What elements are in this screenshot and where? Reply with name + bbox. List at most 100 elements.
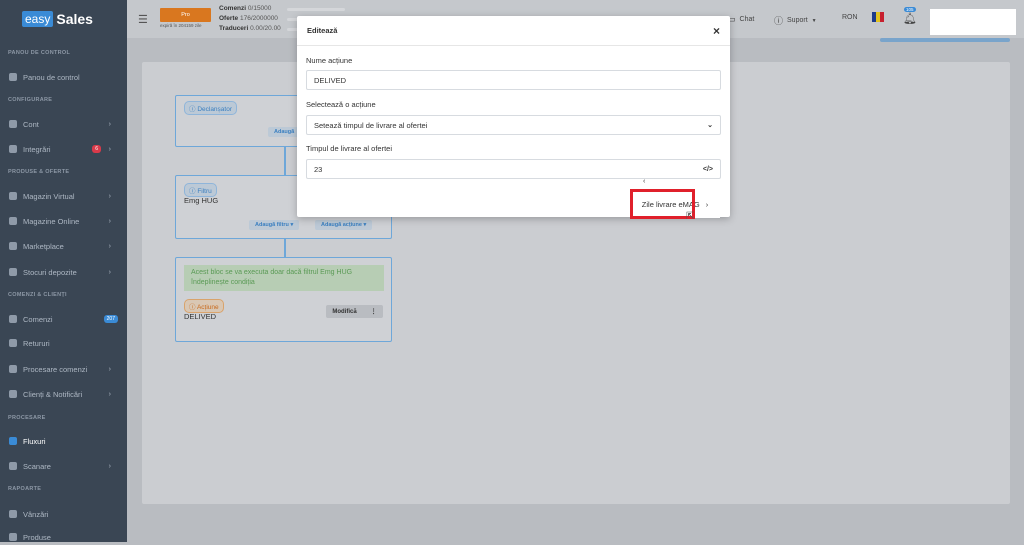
sidebar-item[interactable]: Magazine Online ›	[0, 213, 127, 229]
sidebar-section-title: PROCESARE	[8, 415, 46, 421]
caret-up-icon: ‹	[643, 178, 646, 185]
users-icon	[9, 390, 17, 398]
plan-expiry: expiră în 204159 zile	[160, 23, 202, 28]
notification-bell[interactable]: 🔔︎ 105	[903, 7, 917, 25]
action-name-input[interactable]: DELIVED	[306, 70, 721, 90]
plug-icon	[9, 145, 17, 153]
connector-line	[284, 239, 286, 257]
info-icon: ⓘ	[774, 16, 784, 26]
barcode-icon	[9, 462, 17, 470]
modal-header: Editează ×	[297, 16, 730, 46]
action-select[interactable]: Setează timpul de livrare al ofertei ⌄	[306, 115, 721, 135]
box-icon	[9, 533, 17, 541]
modify-label: Modifică	[332, 308, 357, 315]
menu-icon[interactable]: ☰	[138, 13, 148, 26]
redacted-account-area	[930, 9, 1016, 35]
chevron-right-icon: ›	[108, 462, 111, 470]
select-action-label: Selectează o acțiune	[306, 100, 376, 109]
sidebar-item-label: Retururi	[23, 338, 50, 348]
sidebar-item-label: Produse	[23, 532, 51, 542]
marketplace-icon	[9, 242, 17, 250]
language-flag-icon[interactable]	[872, 12, 884, 22]
sidebar-item[interactable]: Clienți & Notificări ›	[0, 386, 127, 402]
chat-link[interactable]: ▭ Chat	[727, 14, 754, 25]
sidebar-item[interactable]: Scanare ›	[0, 458, 127, 474]
action-chip: ⓘ Acțiune	[184, 299, 224, 313]
add-filter-button[interactable]: Adaugă filtru ▾	[249, 220, 300, 230]
count-badge: 6	[92, 145, 101, 153]
trigger-chip: ⓘ Declanșator	[184, 101, 237, 115]
sidebar-item-label: Panou de control	[23, 72, 80, 82]
code-toggle-icon[interactable]: </>	[703, 166, 713, 173]
sidebar-item[interactable]: Produse	[0, 529, 127, 545]
logo[interactable]: easy Sales	[0, 0, 127, 38]
sidebar-section-title: PANOU DE CONTROL	[8, 50, 71, 56]
kebab-icon[interactable]: ⋮	[371, 308, 377, 315]
return-icon	[9, 339, 17, 347]
primary-action-strip[interactable]	[880, 38, 1010, 42]
dollar-icon	[9, 510, 17, 518]
add-action-button[interactable]: Adaugă acțiune ▾	[315, 220, 373, 230]
chevron-right-icon: ›	[108, 268, 111, 276]
chevron-down-icon: ⌄	[707, 122, 713, 129]
sidebar-item-label: Magazine Online	[23, 216, 80, 226]
quota-offers: Oferte 176/2000000	[219, 15, 278, 22]
sidebar-item[interactable]: Stocuri depozite ›	[0, 264, 127, 280]
condition-note: Acest bloc se va executa doar dacă filtr…	[184, 265, 384, 291]
sidebar-item-label: Cont	[23, 119, 39, 129]
sidebar-item-label: Comenzi	[23, 314, 53, 324]
sidebar-section-title: RAPOARTE	[8, 486, 42, 492]
sidebar-item[interactable]: Integrări 6 ›	[0, 141, 127, 157]
close-icon[interactable]: ×	[713, 24, 720, 38]
delivery-time-input[interactable]: 23 </>	[306, 159, 721, 179]
sidebar-item-label: Stocuri depozite	[23, 267, 77, 277]
support-menu[interactable]: ⓘ Suport ▼	[774, 14, 817, 27]
chevron-right-icon: ›	[705, 200, 709, 209]
quota-orders: Comenzi 0/15000	[219, 5, 272, 12]
sidebar-item-label: Magazin Virtual	[23, 191, 75, 201]
warehouse-icon	[9, 268, 17, 276]
quota-orders-bar	[287, 8, 345, 11]
chevron-right-icon: ›	[108, 242, 111, 250]
sidebar-item-label: Clienți & Notificări	[23, 389, 83, 399]
grid-icon	[9, 73, 17, 81]
footer	[127, 508, 1024, 542]
chevron-right-icon: ›	[108, 365, 111, 373]
chevron-right-icon: ›	[108, 145, 111, 153]
edit-modal: Editează × Nume acțiune DELIVED Selectea…	[297, 16, 730, 218]
connector-line	[284, 147, 286, 175]
globe-icon	[9, 217, 17, 225]
sidebar-item[interactable]: Cont ›	[0, 116, 127, 132]
sidebar-item[interactable]: Procesare comenzi ›	[0, 361, 127, 377]
currency-selector[interactable]: RON	[842, 14, 858, 21]
sidebar-item[interactable]: Fluxuri	[0, 433, 127, 449]
trigger-add-button[interactable]: Adaugă	[268, 127, 301, 137]
mouse-cursor-icon: ⇱	[686, 211, 695, 222]
filter-value: Emg HUG	[184, 196, 219, 205]
delivery-time-label: Timpul de livrare al ofertei	[306, 144, 393, 153]
filter-chip: ⓘ Filtru	[184, 183, 217, 197]
sidebar-section-title: CONFIGURARE	[8, 97, 53, 103]
notification-count: 105	[904, 7, 916, 12]
action-value: DELIVED	[184, 312, 217, 321]
sidebar-item[interactable]: Magazin Virtual ›	[0, 188, 127, 204]
sidebar-item[interactable]: Marketplace ›	[0, 238, 127, 254]
sidebar-item-label: Procesare comenzi	[23, 364, 88, 374]
chevron-right-icon: ›	[108, 192, 111, 200]
modify-button[interactable]: Modifică ⋮	[326, 305, 383, 318]
logo-text: Sales	[56, 11, 93, 27]
sidebar-item[interactable]: Comenzi 207	[0, 311, 127, 327]
count-badge: 207	[103, 315, 118, 323]
cart-icon	[9, 315, 17, 323]
plan-badge[interactable]: Pro	[160, 8, 211, 22]
sidebar-item[interactable]: Retururi	[0, 335, 127, 351]
sidebar-section-title: PRODUSE & OFERTE	[8, 169, 70, 175]
sidebar-item[interactable]: Panou de control	[0, 69, 127, 85]
flow-icon	[9, 437, 17, 445]
sidebar-section-title: COMENZI & CLIENȚI	[8, 292, 67, 298]
sidebar-item[interactable]: Vânzări	[0, 506, 127, 522]
process-icon	[9, 365, 17, 373]
modal-title: Editează	[307, 26, 338, 35]
sidebar-item-label: Vânzări	[23, 509, 49, 519]
delivery-time-value: 23	[314, 164, 323, 174]
